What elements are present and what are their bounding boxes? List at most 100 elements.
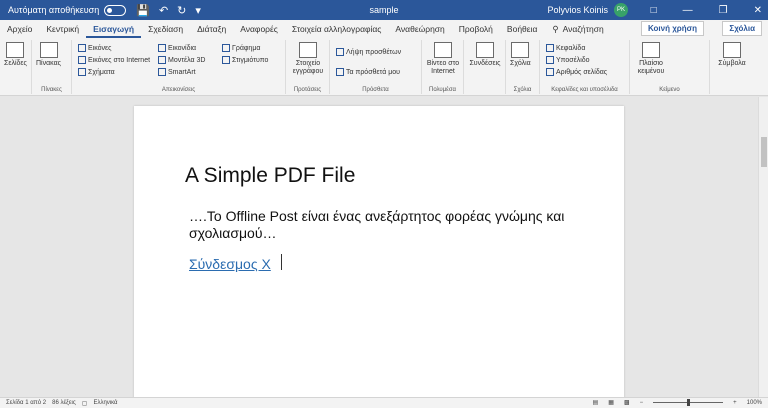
user-name[interactable]: Polyvios Koinis	[547, 5, 608, 15]
tab-help[interactable]: Βοήθεια	[500, 20, 544, 38]
footer-icon	[546, 56, 554, 64]
tab-review[interactable]: Αναθεώρηση	[388, 20, 451, 38]
group-illustrations: Εικόνες Εικόνες στο Internet Σχήματα Εικ…	[72, 40, 286, 94]
textbox-button[interactable]: Πλαίσιο κειμένου	[634, 42, 668, 76]
table-button[interactable]: Πίνακας	[36, 42, 61, 68]
models3d-button[interactable]: Μοντέλα 3D	[158, 56, 205, 64]
group-header-footer: Κεφαλίδα Υποσέλιδο Αριθμός σελίδας Κεφαλ…	[540, 40, 630, 94]
screenshot-button[interactable]: Στιγμιότυπο	[222, 56, 268, 64]
search-label: Αναζήτηση	[562, 24, 604, 34]
pictures-button[interactable]: Εικόνες	[78, 44, 112, 52]
link-icon	[476, 42, 494, 58]
status-bar: Σελίδα 1 από 2 86 λέξεις ▢ Ελληνικά ▤ ▦ …	[0, 397, 768, 408]
undo-icon[interactable]: ↶	[159, 4, 168, 17]
addins-icon	[336, 68, 344, 76]
lightbulb-icon: ⚲	[552, 23, 559, 34]
header-icon	[546, 44, 554, 52]
doc-item-button[interactable]: Στοιχείο εγγράφου	[290, 42, 326, 76]
tab-design[interactable]: Σχεδίαση	[141, 20, 190, 38]
chart-button[interactable]: Γράφημα	[222, 44, 260, 52]
my-addins-button[interactable]: Τα πρόσθετά μου	[336, 68, 400, 76]
shapes-button[interactable]: Σχήματα	[78, 68, 115, 76]
symbols-button[interactable]: Σύμβολα	[714, 42, 750, 68]
avatar[interactable]: PK	[614, 3, 628, 17]
autosave[interactable]: Αυτόματη αποθήκευση	[8, 4, 127, 16]
scroll-thumb[interactable]	[761, 137, 767, 167]
omega-icon	[723, 42, 741, 58]
group-proposals: Στοιχείο εγγράφου Προτάσεις	[286, 40, 330, 94]
page-counter[interactable]: Σελίδα 1 από 2	[6, 400, 46, 406]
ribbon-options-icon[interactable]: □	[651, 5, 657, 16]
word-count[interactable]: 86 λέξεις	[52, 400, 76, 406]
online-pictures-button[interactable]: Εικόνες στο Internet	[78, 56, 150, 64]
tab-file[interactable]: Αρχείο	[0, 20, 39, 38]
customize-icon[interactable]: ▾	[195, 4, 201, 17]
proofing-icon[interactable]: ▢	[82, 400, 88, 407]
document-paragraph: ….Το Offline Post είναι ένας ανεξάρτητος…	[189, 208, 565, 241]
page-number-icon	[546, 68, 554, 76]
group-media: Βίντεο στο Internet Πολυμέσα	[422, 40, 464, 94]
icons-button[interactable]: Εικονίδια	[158, 44, 196, 52]
save-icon[interactable]: 💾	[136, 4, 150, 17]
autosave-label: Αυτόματη αποθήκευση	[8, 5, 100, 15]
tab-mailings[interactable]: Στοιχεία αλληλογραφίας	[285, 20, 389, 38]
title-bar: Αυτόματη αποθήκευση 💾 ↶ ↻ ▾ sample Polyv…	[0, 0, 768, 20]
document-link[interactable]: Σύνδεσμος Χ	[189, 256, 271, 272]
group-text: Πλαίσιο κειμένου Κείμενο	[630, 40, 710, 94]
pages-button[interactable]: Σελίδες	[4, 42, 27, 68]
zoom-in-icon[interactable]: +	[733, 400, 737, 406]
footer-button[interactable]: Υποσέλιδο	[546, 56, 590, 64]
tab-home[interactable]: Κεντρική	[39, 20, 86, 38]
zoom-slider[interactable]	[653, 399, 724, 406]
text-cursor	[281, 254, 282, 270]
group-links: Συνδέσεις	[464, 40, 506, 94]
page-number-button[interactable]: Αριθμός σελίδας	[546, 68, 607, 76]
vertical-scrollbar[interactable]	[758, 97, 768, 397]
online-video-button[interactable]: Βίντεο στο Internet	[426, 42, 460, 76]
maximize-icon[interactable]: ❐	[719, 5, 728, 16]
chart-icon	[222, 44, 230, 52]
search-box[interactable]: ⚲ Αναζήτηση	[544, 24, 611, 35]
pictures-icon	[78, 44, 86, 52]
get-addins-button[interactable]: Λήψη προσθέτων	[336, 48, 401, 56]
screenshot-icon	[222, 56, 230, 64]
smartart-button[interactable]: SmartArt	[158, 68, 196, 76]
store-icon	[336, 48, 344, 56]
group-addins: Λήψη προσθέτων Τα πρόσθετά μου Πρόσθετα	[330, 40, 422, 94]
redo-icon[interactable]: ↻	[177, 4, 186, 17]
zoom-out-icon[interactable]: −	[640, 400, 644, 406]
cube-icon	[158, 56, 166, 64]
autosave-toggle[interactable]	[104, 4, 127, 16]
ribbon: Σελίδες Πίνακας Πίνακες Εικόνες Εικόνες …	[0, 38, 768, 96]
print-layout-icon[interactable]: ▩	[624, 399, 630, 406]
comment-button[interactable]: Σχόλια	[510, 42, 531, 68]
read-mode-icon[interactable]: ▦	[608, 399, 614, 406]
links-button[interactable]: Συνδέσεις	[468, 42, 502, 68]
video-icon	[434, 42, 452, 58]
tab-insert[interactable]: Εισαγωγή	[86, 20, 142, 38]
tab-view[interactable]: Προβολή	[452, 20, 500, 38]
document-page[interactable]: A Simple PDF File ….Το Offline Post είνα…	[134, 106, 624, 406]
smartart-icon	[158, 68, 166, 76]
tab-references[interactable]: Αναφορές	[233, 20, 285, 38]
icons-icon	[158, 44, 166, 52]
zoom-level[interactable]: 100%	[747, 400, 762, 406]
close-icon[interactable]: ✕	[754, 5, 762, 16]
tab-layout[interactable]: Διάταξη	[190, 20, 233, 38]
online-pictures-icon	[78, 56, 86, 64]
textbox-icon	[642, 42, 660, 58]
document-heading: A Simple PDF File	[185, 164, 356, 187]
minimize-icon[interactable]: —	[683, 5, 693, 16]
doc-item-icon	[299, 42, 317, 58]
share-button[interactable]: Κοινή χρήση	[640, 21, 704, 36]
header-button[interactable]: Κεφαλίδα	[546, 44, 585, 52]
zoom-control: ▤ ▦ ▩ − + 100%	[587, 399, 762, 406]
focus-icon[interactable]: ▤	[593, 399, 599, 406]
group-tables: Πίνακας Πίνακες	[32, 40, 72, 94]
ribbon-tabs: Αρχείο Κεντρική Εισαγωγή Σχεδίαση Διάταξ…	[0, 20, 768, 38]
pages-icon	[6, 42, 25, 58]
group-symbols: Σύμβολα	[710, 40, 754, 94]
comment-icon	[511, 42, 530, 58]
comments-button[interactable]: Σχόλια	[722, 21, 762, 36]
language[interactable]: Ελληνικά	[93, 400, 117, 406]
